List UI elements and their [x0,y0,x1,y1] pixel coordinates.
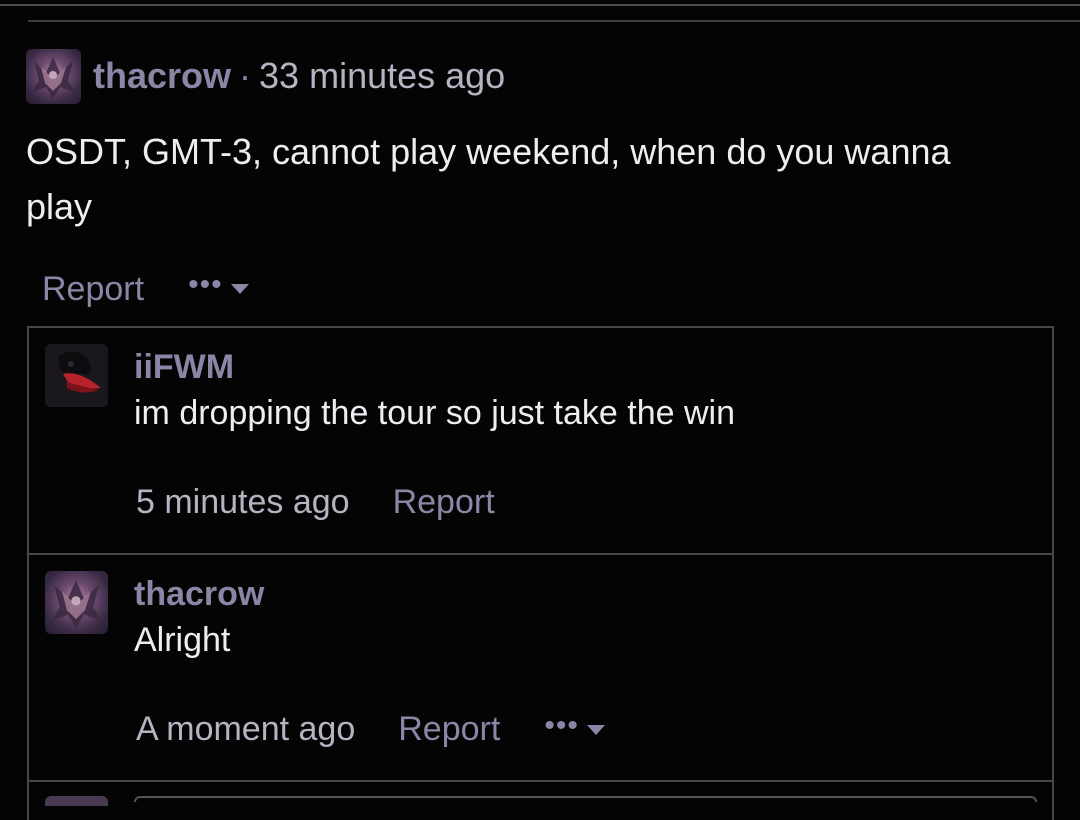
comment-header: thacrow · 33 minutes ago [26,48,1056,104]
comment-username[interactable]: thacrow [93,55,231,97]
avatar [45,796,108,806]
report-button[interactable]: Report [398,710,500,749]
more-dots-icon: ••• [544,708,579,742]
reply-item: thacrow Alright A moment ago Report ••• [27,553,1054,781]
reply-username[interactable]: thacrow [134,575,264,614]
report-button[interactable]: Report [42,270,144,309]
reply-item-partial [27,780,1054,820]
avatar[interactable] [45,571,108,634]
report-button[interactable]: Report [393,483,495,522]
comment-text: OSDT, GMT-3, cannot play weekend, when d… [26,131,951,227]
comment-actions: Report ••• [26,264,1056,314]
section-divider [28,20,1080,22]
more-options-button[interactable]: ••• [188,270,249,304]
comment-timestamp: 33 minutes ago [259,55,506,96]
crow-avatar-icon [50,580,103,629]
reply-text: im dropping the tour so just take the wi… [134,394,735,432]
reply-username[interactable]: iiFWM [134,348,234,387]
avatar[interactable] [26,48,81,104]
reply-item: iiFWM im dropping the tour so just take … [27,326,1054,554]
reply-actions: 5 minutes ago Report [136,483,495,522]
comment: thacrow · 33 minutes ago OSDT, GMT-3, ca… [26,48,1056,314]
more-options-button[interactable]: ••• [544,710,605,745]
reply-actions: A moment ago Report ••• [136,710,605,749]
avatar[interactable] [45,344,108,407]
reply-timestamp: 5 minutes ago [136,483,350,521]
bird-avatar-icon [45,344,108,407]
reply-input-partial [134,796,1037,802]
reply-text: Alright [134,621,231,659]
crow-avatar-icon [31,56,76,99]
caret-down-icon [586,724,605,735]
top-divider [0,4,1080,6]
meta-separator: · [239,55,252,96]
caret-down-icon [230,284,249,294]
more-dots-icon: ••• [188,268,223,301]
reply-timestamp: A moment ago [136,710,356,748]
